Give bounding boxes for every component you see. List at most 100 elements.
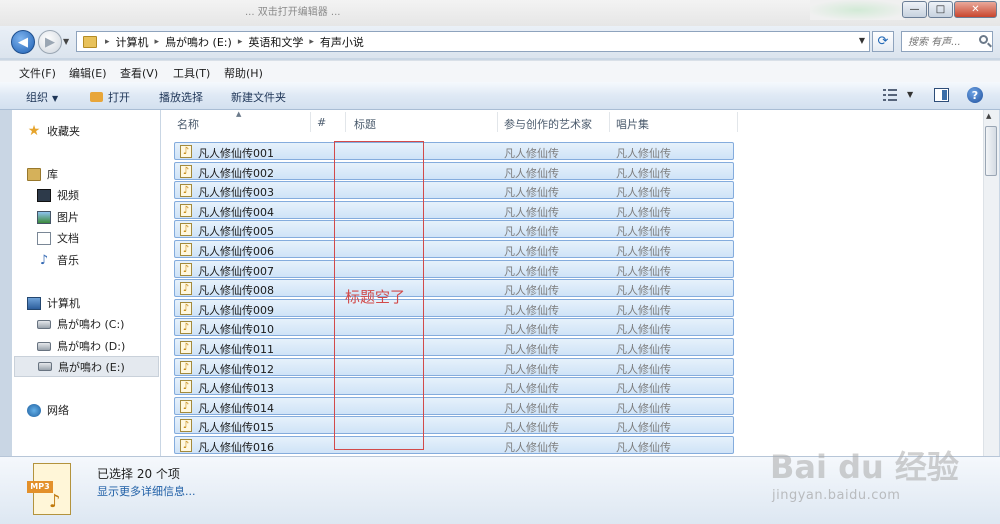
file-row[interactable]: ♪ 凡人修仙传009 凡人修仙传 凡人修仙传 <box>174 299 734 317</box>
nav-drive-e[interactable]: 鳥が鳴わ (E:) <box>14 356 159 377</box>
file-row[interactable]: ♪ 凡人修仙传016 凡人修仙传 凡人修仙传 <box>174 436 734 454</box>
chevron-right-icon[interactable]: ▸ <box>155 37 160 47</box>
background-decoration <box>810 0 905 20</box>
mp3-file-icon: ♪ <box>180 380 192 393</box>
close-button[interactable]: ✕ <box>954 1 997 18</box>
file-row[interactable]: ♪ 凡人修仙传008 凡人修仙传 凡人修仙传 <box>174 279 734 297</box>
nav-drive-d[interactable]: 鳥が鳴わ (D:) <box>37 338 125 354</box>
scroll-up-icon[interactable]: ▲ <box>986 112 991 120</box>
nav-videos[interactable]: 视频 <box>37 187 79 203</box>
music-note-icon: ♪ <box>49 491 61 512</box>
mp3-file-icon: ♪ <box>180 321 192 334</box>
file-artist: 凡人修仙传 <box>504 304 559 317</box>
recent-pages-dropdown[interactable]: ▼ <box>63 37 69 46</box>
file-artist: 凡人修仙传 <box>504 186 559 199</box>
column-header-artists[interactable]: 参与创作的艺术家 <box>504 116 592 132</box>
column-divider[interactable] <box>497 112 498 132</box>
nav-favorites-label: 收藏夹 <box>47 125 80 138</box>
chevron-right-icon[interactable]: ▸ <box>238 37 243 47</box>
file-row[interactable]: ♪ 凡人修仙传002 凡人修仙传 凡人修仙传 <box>174 162 734 180</box>
file-name: 凡人修仙传003 <box>198 186 274 199</box>
address-dropdown-icon[interactable]: ▼ <box>859 36 865 45</box>
refresh-icon: ⟳ <box>877 34 889 49</box>
play-selection-button[interactable]: 播放选择 <box>159 89 203 105</box>
organize-button[interactable]: 组织 ▼ <box>26 89 58 105</box>
change-view-icon[interactable] <box>883 89 897 101</box>
chevron-right-icon[interactable]: ▸ <box>105 37 110 47</box>
watermark-logo-text: Bai du 经验 <box>770 448 959 486</box>
nav-network[interactable]: 网络 <box>27 402 69 418</box>
file-row[interactable]: ♪ 凡人修仙传012 凡人修仙传 凡人修仙传 <box>174 358 734 376</box>
preview-pane-icon[interactable] <box>934 88 949 102</box>
mp3-file-icon: ♪ <box>180 419 192 432</box>
column-divider[interactable] <box>737 112 738 132</box>
baidu-watermark: Bai du 经验 jingyan.baidu.com <box>760 420 1000 524</box>
nav-favorites[interactable]: ★ 收藏夹 <box>27 123 80 139</box>
file-row[interactable]: ♪ 凡人修仙传003 凡人修仙传 凡人修仙传 <box>174 181 734 199</box>
column-divider[interactable] <box>609 112 610 132</box>
mp3-file-thumbnail: MP3 ♪ <box>27 463 71 515</box>
file-row[interactable]: ♪ 凡人修仙传006 凡人修仙传 凡人修仙传 <box>174 240 734 258</box>
chevron-right-icon[interactable]: ▸ <box>309 37 314 47</box>
nav-documents[interactable]: 文档 <box>37 230 79 246</box>
drive-icon <box>37 341 51 351</box>
refresh-button[interactable]: ⟳ <box>872 31 894 52</box>
open-button[interactable]: 打开 <box>90 89 130 105</box>
file-row[interactable]: ♪ 凡人修仙传004 凡人修仙传 凡人修仙传 <box>174 201 734 219</box>
new-folder-button[interactable]: 新建文件夹 <box>231 89 286 105</box>
file-artist: 凡人修仙传 <box>504 363 559 376</box>
menu-edit[interactable]: 编辑(E) <box>69 65 107 81</box>
view-options-dropdown-icon[interactable]: ▼ <box>907 90 913 99</box>
menu-view[interactable]: 查看(V) <box>120 65 158 81</box>
nav-documents-label: 文档 <box>57 232 79 245</box>
column-header-album[interactable]: 唱片集 <box>616 116 649 132</box>
breadcrumb-computer[interactable]: 计算机 <box>116 34 149 50</box>
breadcrumb-audio-novels[interactable]: 有声小说 <box>320 34 364 50</box>
nav-pictures[interactable]: 图片 <box>37 209 79 225</box>
watermark-url: jingyan.baidu.com <box>772 488 901 503</box>
title-bar-blurred-text: ... 双击打开编辑器 ... <box>245 7 341 18</box>
mp3-file-icon: ♪ <box>180 165 192 178</box>
file-row[interactable]: ♪ 凡人修仙传005 凡人修仙传 凡人修仙传 <box>174 220 734 238</box>
forward-button[interactable]: ▶ <box>38 30 62 54</box>
column-header-title[interactable]: 标题 <box>354 116 376 132</box>
column-divider[interactable] <box>345 112 346 132</box>
help-icon[interactable]: ? <box>967 87 983 103</box>
search-input[interactable] <box>906 33 980 52</box>
file-name: 凡人修仙传008 <box>198 284 274 297</box>
file-row[interactable]: ♪ 凡人修仙传001 凡人修仙传 凡人修仙传 <box>174 142 734 160</box>
menu-tools[interactable]: 工具(T) <box>173 65 210 81</box>
address-bar[interactable]: ▸ 计算机 ▸ 鳥が鳴わ (E:) ▸ 英语和文学 ▸ 有声小说 ▼ <box>76 31 870 52</box>
search-box[interactable] <box>901 31 993 52</box>
selection-count: 已选择 20 个项 <box>97 467 180 481</box>
nav-computer[interactable]: 计算机 <box>27 295 80 311</box>
nav-drive-c[interactable]: 鳥が鳴わ (C:) <box>37 316 124 332</box>
nav-libraries[interactable]: 库 <box>27 166 58 182</box>
column-header-name[interactable]: 名称 <box>177 116 199 132</box>
breadcrumb-drive-e[interactable]: 鳥が鳴わ (E:) <box>165 34 232 50</box>
maximize-button[interactable]: □ <box>928 1 953 18</box>
mp3-file-icon: ♪ <box>180 243 192 256</box>
file-artist: 凡人修仙传 <box>504 441 559 454</box>
file-row[interactable]: ♪ 凡人修仙传010 凡人修仙传 凡人修仙传 <box>174 318 734 336</box>
file-row[interactable]: ♪ 凡人修仙传007 凡人修仙传 凡人修仙传 <box>174 260 734 278</box>
back-button[interactable]: ◀ <box>11 30 35 54</box>
show-more-details-link[interactable]: 显示更多详细信息... <box>97 483 196 499</box>
file-row[interactable]: ♪ 凡人修仙传015 凡人修仙传 凡人修仙传 <box>174 416 734 434</box>
scrollbar-thumb[interactable] <box>985 126 997 176</box>
minimize-button[interactable]: — <box>902 1 927 18</box>
mp3-file-icon: ♪ <box>180 400 192 413</box>
search-icon[interactable] <box>979 35 988 44</box>
column-header-number[interactable]: # <box>317 116 326 129</box>
forward-arrow-icon: ▶ <box>45 34 55 50</box>
file-row[interactable]: ♪ 凡人修仙传013 凡人修仙传 凡人修仙传 <box>174 377 734 395</box>
breadcrumb-english-literature[interactable]: 英语和文学 <box>248 34 303 50</box>
menu-file[interactable]: 文件(F) <box>19 65 56 81</box>
column-divider[interactable] <box>310 112 311 132</box>
file-row[interactable]: ♪ 凡人修仙传011 凡人修仙传 凡人修仙传 <box>174 338 734 356</box>
file-artist: 凡人修仙传 <box>504 284 559 297</box>
file-artist: 凡人修仙传 <box>504 382 559 395</box>
file-row[interactable]: ♪ 凡人修仙传014 凡人修仙传 凡人修仙传 <box>174 397 734 415</box>
menu-help[interactable]: 帮助(H) <box>224 65 263 81</box>
nav-music[interactable]: ♪ 音乐 <box>37 252 79 268</box>
